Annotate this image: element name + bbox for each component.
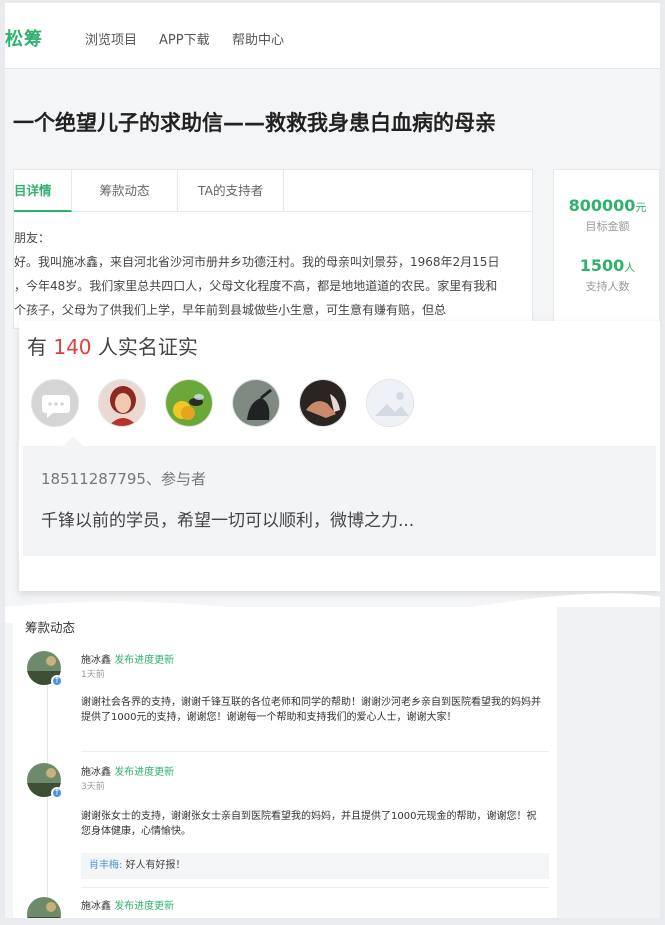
updates-sidebar	[557, 607, 660, 918]
target-amount-value: 800000	[568, 196, 636, 215]
description-line: ，今年48岁。我们家里总共四口人，父母文化程度不高，都是地地道道的农民。家里有我…	[14, 279, 498, 293]
description-line: 个孩子，父母为了供我们上学，早年前到县城做些小生意，可生意有赚有赔，但总	[14, 303, 447, 317]
avatar[interactable]	[165, 379, 213, 427]
avatar[interactable]	[31, 379, 79, 427]
updates-section: 筹款动态 ↑ 施冰鑫 发布进度更新 1天前 谢谢社会各界的支持，谢谢千锋互联的各…	[13, 607, 557, 918]
update-text: 谢谢张女士的支持，谢谢张女士亲自到医院看望我的妈妈，并且提供了1000元现金的帮…	[81, 811, 537, 837]
update-comment: 肖丰梅: 好人有好报！	[81, 853, 549, 879]
avatar-placeholder-image	[367, 380, 413, 426]
update-action: 发布进度更新	[114, 767, 175, 778]
update-time: 1天前	[81, 670, 105, 680]
avatar[interactable]	[299, 379, 347, 427]
comment-text: 好人有好报！	[125, 860, 186, 871]
nav-help-center[interactable]: 帮助中心	[232, 29, 284, 48]
avatar[interactable]	[98, 379, 146, 427]
supporter-comment-callout: 18511287795、参与者 千锋以前的学员，希望一切可以顺利，微博之力...	[23, 436, 656, 556]
project-description: 朋友： 好。我叫施冰鑫，来自河北省沙河市册井乡功德汪村。我的母亲叫刘景芬，196…	[14, 226, 524, 322]
update-action: 发布进度更新	[114, 655, 175, 666]
target-amount-unit: 元	[635, 201, 647, 214]
update-text: 谢谢社会各界的支持，谢谢千锋互联的各位老师和同学的帮助！谢谢沙河老乡亲自到医院看…	[81, 697, 541, 723]
nav-browse-projects[interactable]: 浏览项目	[85, 29, 137, 48]
updates-title: 筹款动态	[25, 620, 76, 635]
nav-app-download[interactable]: APP下载	[159, 29, 210, 48]
supporters-stat: 1500人 支持人数	[554, 256, 660, 294]
project-tabs: 目详情 筹款动态 TA的支持者	[14, 170, 532, 212]
description-line: 朋友：	[14, 231, 51, 245]
avatar[interactable]	[366, 379, 414, 427]
supporters-unit: 人	[624, 261, 636, 274]
project-detail-card: 目详情 筹款动态 TA的支持者 朋友： 好。我叫施冰鑫，来自河北省沙河市册井乡功…	[13, 169, 533, 329]
callout-pointer	[63, 436, 83, 446]
avatar[interactable]	[232, 379, 280, 427]
page-title: 一个绝望儿子的求助信——救救我身患白血病的母亲	[13, 111, 496, 135]
update-author: 施冰鑫 发布进度更新	[81, 897, 174, 912]
avatar-photo-hands	[300, 380, 346, 426]
avatar[interactable]	[27, 897, 61, 918]
avatar-photo-landscape	[27, 897, 61, 918]
page-frame: 松筹 浏览项目 APP下载 帮助中心 一个绝望儿子的求助信——救救我身患白血病的…	[5, 3, 660, 918]
update-author: 施冰鑫 发布进度更新	[81, 763, 174, 778]
update-divider	[81, 887, 549, 888]
stats-card: 800000元 目标金额 1500人 支持人数	[553, 169, 660, 329]
avatar-photo-kettle	[233, 380, 279, 426]
verification-prefix: 有	[27, 335, 47, 359]
verification-title: 有 140 人实名证实	[27, 331, 198, 360]
supporters-label: 支持人数	[585, 280, 630, 293]
tab-project-details[interactable]: 目详情	[14, 170, 72, 212]
update-author-name[interactable]: 施冰鑫	[81, 901, 111, 912]
logo[interactable]: 松筹	[5, 25, 43, 51]
tab-supporters[interactable]: TA的支持者	[178, 170, 284, 212]
update-author: 施冰鑫 发布进度更新	[81, 651, 174, 666]
supporters-value: 1500	[579, 256, 625, 275]
comment-author[interactable]: 肖丰梅:	[89, 860, 122, 871]
update-author-name[interactable]: 施冰鑫	[81, 767, 111, 778]
verification-suffix: 人实名证实	[97, 335, 198, 359]
verification-panel: 有 140 人实名证实 18511287795、参与者 千锋以前的学员，希望一切…	[19, 321, 660, 591]
update-time: 3天前	[81, 782, 105, 792]
tab-fundraising-updates[interactable]: 筹款动态	[72, 170, 178, 212]
target-amount-label: 目标金额	[585, 220, 630, 233]
timeline-line	[47, 677, 48, 917]
avatar-photo-woman	[99, 380, 145, 426]
callout-user: 18511287795、参与者	[41, 470, 206, 488]
update-badge-icon: ↑	[51, 787, 63, 799]
top-nav: 松筹 浏览项目 APP下载 帮助中心	[5, 3, 660, 69]
verification-count: 140	[53, 335, 92, 359]
update-action: 发布进度更新	[114, 901, 175, 912]
callout-message: 千锋以前的学员，希望一切可以顺利，微博之力...	[41, 511, 415, 531]
description-line: 好。我叫施冰鑫，来自河北省沙河市册井乡功德汪村。我的母亲叫刘景芬，1968年2月…	[14, 255, 500, 269]
update-divider	[81, 751, 549, 752]
update-badge-icon: ↑	[51, 675, 63, 687]
update-author-name[interactable]: 施冰鑫	[81, 655, 111, 666]
avatar-photo-bee	[166, 380, 212, 426]
target-amount-stat: 800000元 目标金额	[554, 196, 660, 234]
default-avatar-icon	[32, 380, 78, 426]
